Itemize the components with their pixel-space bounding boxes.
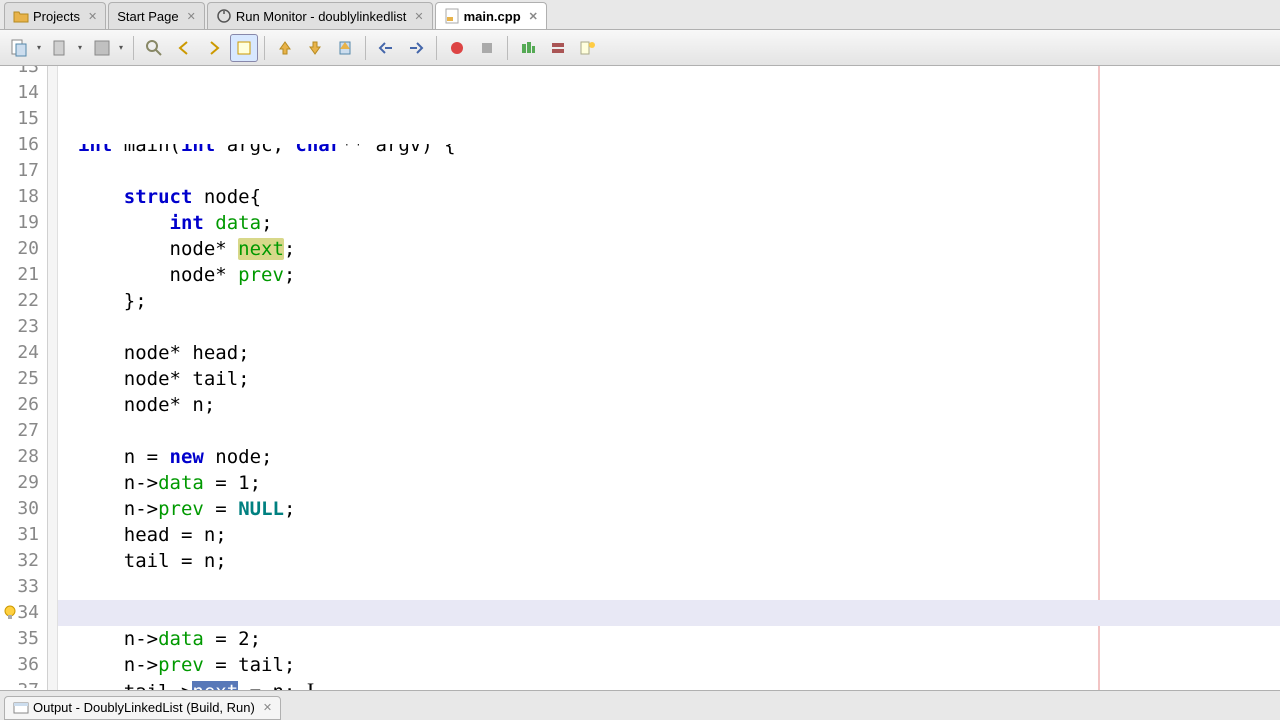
nav-forward-button[interactable] xyxy=(200,34,228,62)
line-number: 23 xyxy=(0,314,39,340)
history-button[interactable] xyxy=(47,34,75,62)
line-number: 19 xyxy=(0,210,39,236)
macro-record-button[interactable] xyxy=(443,34,471,62)
comment-button[interactable] xyxy=(514,34,542,62)
close-icon[interactable]: ✕ xyxy=(187,10,196,23)
shift-left-button[interactable] xyxy=(372,34,400,62)
line-number: 17 xyxy=(0,158,39,184)
code-line[interactable]: int main(int argc, char** argv) { xyxy=(78,144,1280,158)
text-cursor: I xyxy=(307,678,314,690)
tab-run-monitor[interactable]: Run Monitor - doublylinkedlist ✕ xyxy=(207,2,433,29)
output-tab-label: Output - DoublyLinkedList (Build, Run) xyxy=(33,700,255,715)
line-number: 27 xyxy=(0,418,39,444)
dropdown-icon[interactable]: ▾ xyxy=(119,43,127,52)
tab-label: Run Monitor - doublylinkedlist xyxy=(236,9,407,24)
format-button[interactable] xyxy=(574,34,602,62)
output-bar: Output - DoublyLinkedList (Build, Run) ✕ xyxy=(0,690,1280,720)
line-number: 29 xyxy=(0,470,39,496)
save-button[interactable] xyxy=(88,34,116,62)
prev-bookmark-button[interactable] xyxy=(271,34,299,62)
line-number: 34 xyxy=(0,600,39,626)
line-number-gutter: 1314151617181920212223242526272829303132… xyxy=(0,66,48,690)
line-number: 30 xyxy=(0,496,39,522)
close-icon[interactable]: ✕ xyxy=(414,10,423,23)
line-number: 37 xyxy=(0,678,39,688)
cpp-file-icon xyxy=(444,8,460,24)
tab-label: Projects xyxy=(33,9,80,24)
folder-icon xyxy=(13,8,29,24)
line-number: 31 xyxy=(0,522,39,548)
source-button[interactable] xyxy=(6,34,34,62)
current-line-highlight xyxy=(58,600,1280,626)
line-number: 26 xyxy=(0,392,39,418)
hint-bulb-icon[interactable] xyxy=(2,603,18,619)
dropdown-icon[interactable]: ▾ xyxy=(37,43,45,52)
line-number: 22 xyxy=(0,288,39,314)
separator xyxy=(264,36,265,60)
right-margin-line xyxy=(1098,66,1100,690)
line-number: 13 xyxy=(0,66,39,80)
line-number: 15 xyxy=(0,106,39,132)
tab-label: Start Page xyxy=(117,9,178,24)
tab-main-cpp[interactable]: main.cpp ✕ xyxy=(435,2,547,29)
code-line[interactable]: tail->next = n; I xyxy=(78,678,1280,690)
fold-margin xyxy=(48,66,58,690)
line-number: 32 xyxy=(0,548,39,574)
toggle-highlight-button[interactable] xyxy=(230,34,258,62)
line-number: 16 xyxy=(0,132,39,158)
code-area[interactable]: int main(int argc, char** argv) { struct… xyxy=(58,66,1280,690)
line-number: 14 xyxy=(0,80,39,106)
separator xyxy=(507,36,508,60)
tab-bar: Projects ✕ Start Page ✕ Run Monitor - do… xyxy=(0,0,1280,30)
close-icon[interactable]: ✕ xyxy=(263,701,272,714)
find-button[interactable] xyxy=(140,34,168,62)
toggle-bookmark-button[interactable] xyxy=(331,34,359,62)
line-number: 28 xyxy=(0,444,39,470)
line-number: 21 xyxy=(0,262,39,288)
run-icon xyxy=(216,8,232,24)
tab-start-page[interactable]: Start Page ✕ xyxy=(108,2,205,29)
separator xyxy=(365,36,366,60)
line-number: 33 xyxy=(0,574,39,600)
dropdown-icon[interactable]: ▾ xyxy=(78,43,86,52)
nav-back-button[interactable] xyxy=(170,34,198,62)
output-tab[interactable]: Output - DoublyLinkedList (Build, Run) ✕ xyxy=(4,696,281,720)
output-icon xyxy=(13,700,29,716)
tab-projects[interactable]: Projects ✕ xyxy=(4,2,106,29)
separator xyxy=(436,36,437,60)
line-number: 18 xyxy=(0,184,39,210)
line-number: 36 xyxy=(0,652,39,678)
close-icon[interactable]: ✕ xyxy=(88,10,97,23)
line-number: 35 xyxy=(0,626,39,652)
next-bookmark-button[interactable] xyxy=(301,34,329,62)
line-number: 20 xyxy=(0,236,39,262)
line-number: 24 xyxy=(0,340,39,366)
code-editor[interactable]: 1314151617181920212223242526272829303132… xyxy=(0,66,1280,690)
uncomment-button[interactable] xyxy=(544,34,572,62)
macro-stop-button[interactable] xyxy=(473,34,501,62)
toolbar: ▾ ▾ ▾ xyxy=(0,30,1280,66)
shift-right-button[interactable] xyxy=(402,34,430,62)
line-number: 25 xyxy=(0,366,39,392)
close-icon[interactable]: ✕ xyxy=(529,10,538,23)
tab-label: main.cpp xyxy=(464,9,521,24)
separator xyxy=(133,36,134,60)
